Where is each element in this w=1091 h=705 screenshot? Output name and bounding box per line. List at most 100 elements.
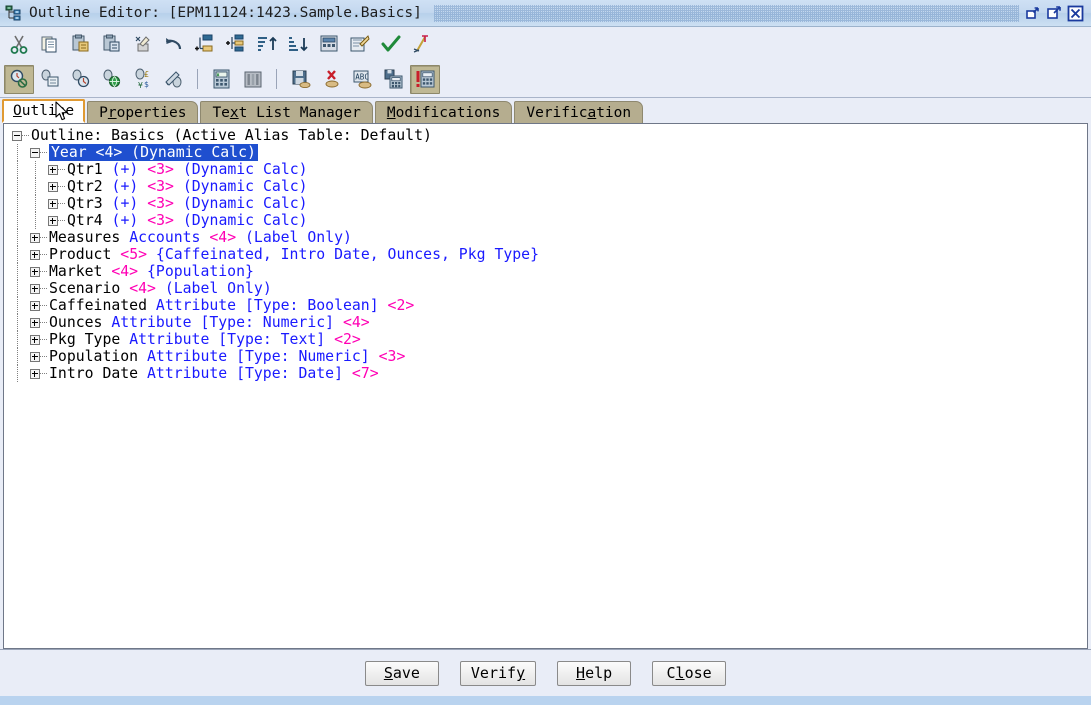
expand-plus-icon[interactable]: [48, 164, 58, 175]
tree-node-market[interactable]: Market <4> {Population}: [4, 263, 1087, 280]
tree-text-run: Product: [49, 246, 121, 263]
verify-calc-button[interactable]: [410, 64, 440, 94]
sort-descending-button[interactable]: [283, 30, 313, 59]
add-sibling-button[interactable]: [221, 30, 251, 59]
expand-plus-icon[interactable]: [30, 368, 40, 379]
tree-node-population[interactable]: Population Attribute [Type: Numeric] <3>: [4, 348, 1087, 365]
tree-node-qtr3[interactable]: Qtr3 (+) <3> (Dynamic Calc): [4, 195, 1087, 212]
outline-properties-button[interactable]: [314, 30, 344, 59]
expand-plus-icon[interactable]: [30, 334, 40, 345]
save-calc-button[interactable]: [379, 65, 409, 94]
tree-node-label: Qtr4 (+) <3> (Dynamic Calc): [66, 212, 308, 229]
zoom-next-button[interactable]: [35, 65, 65, 94]
tree-node-product[interactable]: Product <5> {Caffeinated, Intro Date, Ou…: [4, 246, 1087, 263]
tree-text-run: Attribute [Type: Text]: [129, 331, 335, 348]
spellcheck-button[interactable]: ABC: [348, 65, 378, 94]
save-button[interactable]: Save: [364, 660, 439, 686]
dimension-build-button[interactable]: [238, 65, 268, 94]
verify-outline-button[interactable]: [376, 30, 406, 59]
expand-plus-icon[interactable]: [30, 300, 40, 311]
add-child-button[interactable]: [190, 30, 220, 59]
tree-node-intro-date[interactable]: Intro Date Attribute [Type: Date] <7>: [4, 365, 1087, 382]
button-label: Close: [666, 664, 712, 682]
paste-special-button[interactable]: [97, 30, 127, 59]
tree-node-scenario[interactable]: Scenario <4> (Label Only): [4, 280, 1087, 297]
outline-tree[interactable]: Outline: Basics (Active Alias Table: Def…: [4, 124, 1087, 382]
tab-modifications[interactable]: Modifications: [374, 101, 513, 123]
tree-connector-line: [17, 161, 18, 178]
tree-connector-stub: [40, 271, 48, 272]
alias-button[interactable]: [159, 65, 189, 94]
outline-panel[interactable]: Outline: Basics (Active Alias Table: Def…: [3, 123, 1088, 649]
tree-text-run: <3>: [147, 178, 183, 195]
tab-label: Modifications: [386, 104, 501, 121]
tab-label: Verification: [526, 104, 632, 121]
verify-button[interactable]: Verify: [459, 660, 537, 686]
expand-plus-icon[interactable]: [48, 198, 58, 209]
tab-outline[interactable]: Outline: [2, 99, 86, 123]
close-button[interactable]: [1067, 5, 1084, 22]
tree-node-qtr2[interactable]: Qtr2 (+) <3> (Dynamic Calc): [4, 178, 1087, 195]
tree-node-qtr1[interactable]: Qtr1 (+) <3> (Dynamic Calc): [4, 161, 1087, 178]
zoom-prev-button[interactable]: [66, 65, 96, 94]
tree-indent: [4, 178, 48, 195]
expand-plus-icon[interactable]: [30, 351, 40, 362]
member-properties-button[interactable]: [345, 30, 375, 59]
clear-button[interactable]: [407, 30, 437, 59]
delete-button[interactable]: [128, 30, 158, 59]
tab-verification[interactable]: Verification: [514, 101, 644, 123]
expand-plus-icon[interactable]: [30, 266, 40, 277]
save-outline-button[interactable]: [286, 65, 316, 94]
expand-plus-icon[interactable]: [30, 283, 40, 294]
expand-plus-icon[interactable]: [30, 249, 40, 260]
tree-connector-stub: [58, 220, 66, 221]
delete-outline-button[interactable]: [317, 65, 347, 94]
attach-member-button[interactable]: [97, 65, 127, 94]
tree-text-run: <4>: [342, 314, 370, 331]
button-label: Verify: [470, 664, 526, 682]
restore-button[interactable]: [1025, 5, 1042, 22]
tree-indent: [4, 229, 30, 246]
tree-connector-line: [17, 229, 18, 246]
tree-text-run: Attribute [Type: Boolean]: [155, 297, 388, 314]
tree-node-ounces[interactable]: Ounces Attribute [Type: Numeric] <4>: [4, 314, 1087, 331]
tree-text-run: (+): [111, 178, 148, 195]
paste-button[interactable]: [66, 30, 96, 59]
tab-text-list-manager[interactable]: Text List Manager: [200, 101, 373, 123]
maximize-button[interactable]: [1046, 5, 1063, 22]
tree-text-run: Pkg Type: [49, 331, 130, 348]
sort-ascending-button[interactable]: [252, 30, 282, 59]
tree-indent: [4, 365, 30, 382]
tree-connector-line: [35, 195, 36, 212]
expand-plus-icon[interactable]: [30, 232, 40, 243]
tree-connector-stub: [22, 135, 30, 136]
cut-button[interactable]: [4, 30, 34, 59]
tree-indent: [4, 314, 30, 331]
tree-node-caffeinated[interactable]: Caffeinated Attribute [Type: Boolean] <2…: [4, 297, 1087, 314]
expand-plus-icon[interactable]: [48, 215, 58, 226]
currency-member-button[interactable]: £ ¥ $: [128, 65, 158, 94]
copy-button[interactable]: [35, 30, 65, 59]
tree-node-label: Year <4> (Dynamic Calc): [48, 144, 258, 161]
collapse-minus-icon[interactable]: [30, 147, 40, 158]
calc-script-button[interactable]: [207, 65, 237, 94]
tree-node-measures[interactable]: Measures Accounts <4> (Label Only): [4, 229, 1087, 246]
tree-text-run: Measures: [49, 229, 130, 246]
button-label: Help: [576, 664, 613, 682]
tab-properties[interactable]: Properties: [87, 101, 199, 123]
tree-node-qtr4[interactable]: Qtr4 (+) <3> (Dynamic Calc): [4, 212, 1087, 229]
tree-node-year[interactable]: Year <4> (Dynamic Calc): [4, 144, 1087, 161]
expand-plus-icon[interactable]: [30, 317, 40, 328]
help-button[interactable]: Help: [557, 660, 632, 686]
close-button[interactable]: Close: [652, 660, 727, 686]
tree-node-pkg-type[interactable]: Pkg Type Attribute [Type: Text] <2>: [4, 331, 1087, 348]
tree-connector-line: [17, 331, 18, 348]
find-member-button[interactable]: [4, 64, 34, 94]
undo-button[interactable]: [159, 30, 189, 59]
tree-text-run: (Label Only): [245, 229, 352, 246]
tree-indent: [4, 297, 30, 314]
collapse-minus-icon[interactable]: [12, 130, 22, 141]
expand-plus-icon[interactable]: [48, 181, 58, 192]
outline-root[interactable]: Outline: Basics (Active Alias Table: Def…: [4, 127, 1087, 144]
tree-connector-line: [17, 297, 18, 314]
